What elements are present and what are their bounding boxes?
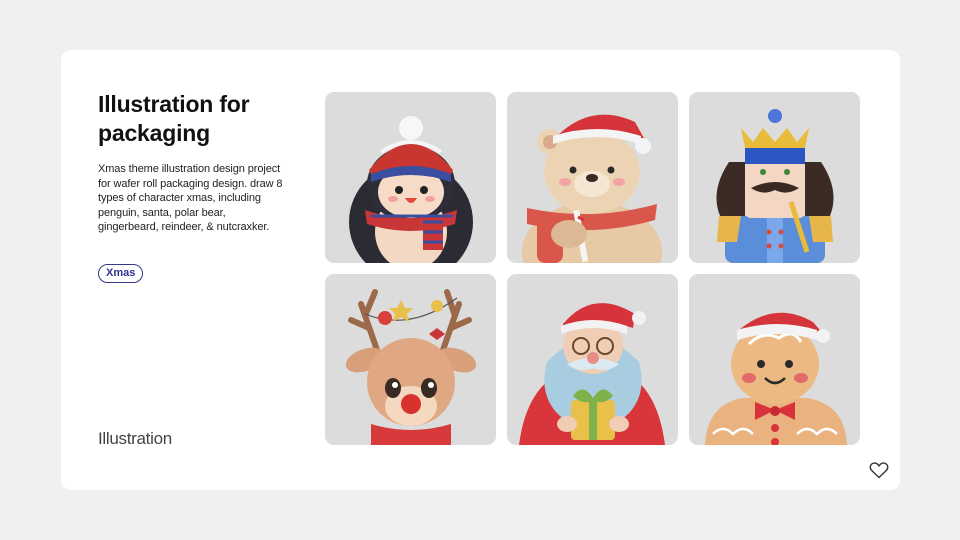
project-title: Illustration for packaging: [98, 91, 250, 146]
reindeer-illustration: [345, 289, 477, 445]
gingerbread-illustration: [705, 312, 847, 445]
gallery-tile-santa[interactable]: [507, 274, 678, 445]
gallery-tile-nutcracker[interactable]: [689, 92, 860, 263]
gallery-tile-bear[interactable]: [507, 92, 678, 263]
project-description: Xmas theme illustration design project f…: [98, 163, 283, 233]
heart-outline-icon[interactable]: [869, 461, 889, 479]
gallery-tile-gingerbread[interactable]: [689, 274, 860, 445]
santa-illustration: [519, 303, 665, 445]
illustration-gallery: [325, 92, 860, 446]
penguin-illustration: [349, 116, 473, 263]
nutcracker-illustration: [716, 109, 834, 263]
project-category: Illustration: [98, 429, 172, 448]
gallery-tile-reindeer[interactable]: [325, 274, 496, 445]
gallery-tile-penguin[interactable]: [325, 92, 496, 263]
tag-xmas[interactable]: Xmas: [98, 264, 144, 283]
bear-illustration: [522, 114, 662, 263]
project-card: Illustration for packaging Xmas theme il…: [61, 50, 900, 490]
